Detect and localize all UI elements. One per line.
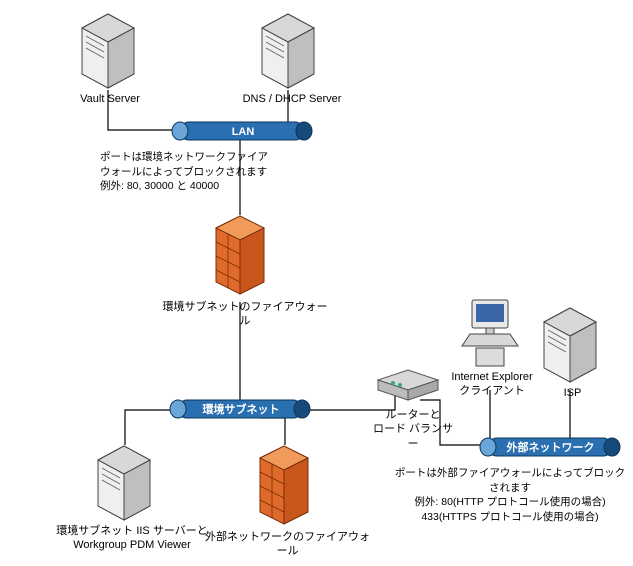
env-firewall-icon [216,216,264,294]
dns-label: DNS / DHCP Server [232,92,352,106]
ext-firewall-icon [260,446,308,524]
ie-client-icon [462,300,518,366]
lan-ports-note: ポートは環境ネットワークファイアウォールによってブロックされます例外: 80, … [100,150,280,194]
router-label: ルーターとロード バランサー [368,408,458,451]
isp-label: ISP [550,386,595,400]
iis-server-icon [98,446,150,520]
env-subnet-label: 環境サブネット [186,403,296,417]
dns-server-icon [262,14,314,88]
lan-label: LAN [208,125,278,139]
iis-label: 環境サブネット IIS サーバーとWorkgroup PDM Viewer [52,524,212,553]
env-firewall-label: 環境サブネットのファイアウォール [160,300,330,329]
vault-label: Vault Server [70,92,150,106]
router-icon [378,370,438,400]
ext-ports-note: ポートは外部ファイアウォールによってブロックされます例外: 80(HTTP プロ… [390,466,630,525]
vault-server-icon [82,14,134,88]
ext-firewall-label: 外部ネットワークのファイアウォール [200,530,375,559]
ext-network-label: 外部ネットワーク [498,441,603,455]
ie-label: Internet Explorerクライアント [442,370,542,399]
diagram-canvas: Vault Server DNS / DHCP Server LAN ポートは環… [0,0,633,566]
isp-server-icon [544,308,596,382]
